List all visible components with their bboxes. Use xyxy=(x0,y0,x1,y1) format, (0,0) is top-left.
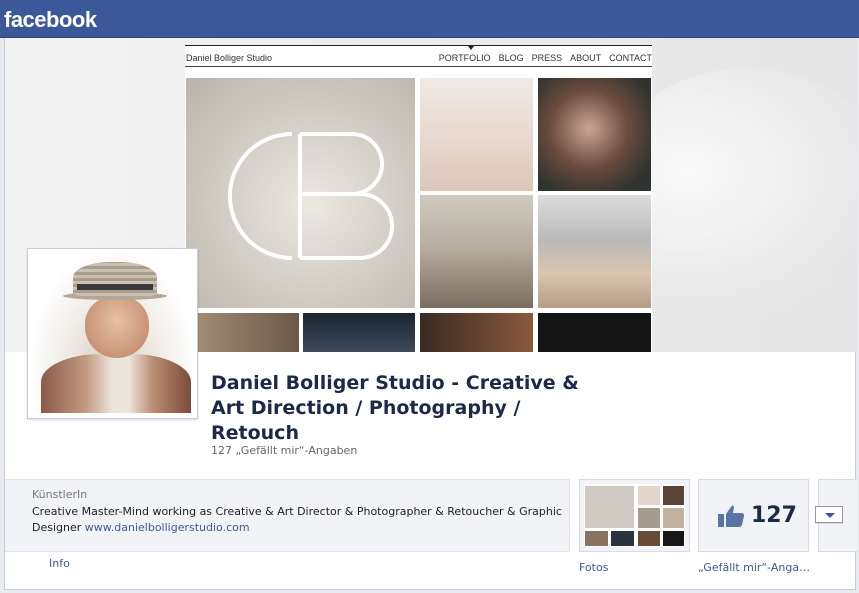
portfolio-tile-8 xyxy=(420,313,533,352)
about-box: KünstlerIn Creative Master-Mind working … xyxy=(5,479,570,552)
site-nav-contact: CONTACT xyxy=(609,53,652,63)
portfolio-tile-9 xyxy=(538,313,651,352)
site-brand: Daniel Bolliger Studio xyxy=(186,53,273,63)
likes-app-label[interactable]: „Gefällt mir“-Anga… xyxy=(698,561,814,574)
portfolio-tile-3 xyxy=(538,78,651,191)
site-nav-blog: BLOG xyxy=(498,53,524,63)
photos-thumb-cell xyxy=(611,531,634,546)
site-nav-portfolio: PORTFOLIO xyxy=(438,53,491,63)
photos-thumb-cell xyxy=(663,486,684,505)
top-navigation-bar: facebook xyxy=(0,0,859,38)
photos-thumb-cell xyxy=(638,486,660,505)
cover-website-screenshot: Daniel Bolliger Studio PORTFOLIO BLOG PR… xyxy=(185,45,652,352)
thumbs-up-icon xyxy=(718,505,744,527)
site-nav-notch xyxy=(468,46,474,50)
portfolio-tile-6 xyxy=(186,313,299,352)
photos-app-label[interactable]: Fotos xyxy=(579,561,608,574)
photos-thumb-cell xyxy=(638,508,660,528)
portfolio-tile-cb-portrait xyxy=(186,78,415,308)
cb-monogram-logo xyxy=(228,132,394,260)
site-nav-rule xyxy=(185,66,652,67)
profile-picture-image xyxy=(33,254,192,413)
site-nav-about: ABOUT xyxy=(570,53,602,63)
profile-picture[interactable] xyxy=(27,248,198,419)
timeline-page: Daniel Bolliger Studio PORTFOLIO BLOG PR… xyxy=(4,38,857,590)
likes-app-count: 127 xyxy=(751,503,797,528)
website-link[interactable]: www.danielbolligerstudio.com xyxy=(85,521,250,534)
photos-app-tile[interactable] xyxy=(579,479,690,552)
site-nav: PORTFOLIO BLOG PRESS ABOUT CONTACT xyxy=(439,53,652,63)
portfolio-tile-7 xyxy=(303,313,415,352)
photos-thumb-big xyxy=(585,486,634,528)
photos-thumb-cell xyxy=(663,531,684,546)
info-tab-link[interactable]: Info xyxy=(49,557,70,570)
facebook-logo[interactable]: facebook xyxy=(4,7,97,33)
page-description: Creative Master-Mind working as Creative… xyxy=(32,504,562,536)
photos-thumb-cell xyxy=(663,508,684,528)
site-top-rule xyxy=(185,45,652,46)
avatar-torso xyxy=(41,354,191,413)
photos-thumb-cell xyxy=(638,531,660,546)
portfolio-tile-4 xyxy=(420,195,533,308)
page-category: KünstlerIn xyxy=(32,488,88,501)
avatar-hat xyxy=(73,262,157,296)
portfolio-tile-2 xyxy=(420,78,533,191)
portfolio-tile-5 xyxy=(538,195,651,308)
avatar-face xyxy=(85,296,149,358)
page-title: Daniel Bolliger Studio - Creative & Art … xyxy=(211,372,579,444)
photos-thumb-cell xyxy=(585,531,608,546)
photos-thumbnail xyxy=(584,484,685,547)
chevron-down-icon xyxy=(825,513,835,518)
page-likes-count[interactable]: 127 „Gefällt mir“-Angaben xyxy=(211,444,357,457)
likes-app-tile[interactable]: 127 xyxy=(698,479,809,552)
avatar-hat-band xyxy=(77,284,153,290)
site-nav-press: PRESS xyxy=(531,53,563,63)
more-apps-button[interactable] xyxy=(815,506,843,523)
